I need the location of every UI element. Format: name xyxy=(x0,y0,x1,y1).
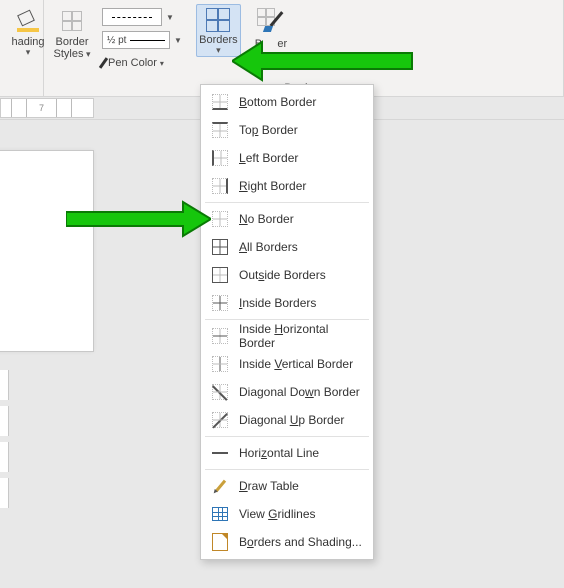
menu-right-border[interactable]: Right Border xyxy=(201,172,373,200)
page-edge xyxy=(0,150,94,352)
border-styles-button[interactable]: Border Styles ▾ xyxy=(50,4,94,60)
inside-horizontal-border-icon xyxy=(211,327,229,345)
menu-inside-vertical-border[interactable]: Inside Vertical Border xyxy=(201,350,373,378)
diagonal-up-border-icon xyxy=(211,411,229,429)
chevron-down-icon: ▾ xyxy=(216,45,221,56)
horizontal-ruler[interactable]: 7 xyxy=(0,98,94,118)
menu-inside-borders[interactable]: Inside Borders xyxy=(201,289,373,317)
gridlines-icon xyxy=(211,505,229,523)
pen-color-dropdown[interactable]: Pen Color ▾ xyxy=(102,53,182,73)
all-borders-icon xyxy=(211,238,229,256)
chevron-down-icon: ▼ xyxy=(166,13,174,22)
menu-all-borders[interactable]: All Borders xyxy=(201,233,373,261)
inside-vertical-border-icon xyxy=(211,355,229,373)
outside-borders-icon xyxy=(211,266,229,284)
horizontal-line-icon xyxy=(211,444,229,462)
pencil-icon xyxy=(211,477,229,495)
line-weight-dropdown[interactable]: ½ pt ▼ xyxy=(102,30,182,50)
border-styles-icon xyxy=(59,8,85,34)
menu-left-border[interactable]: Left Border xyxy=(201,144,373,172)
group-label-shading-empty xyxy=(6,82,37,94)
borders-icon xyxy=(206,8,230,32)
menu-separator xyxy=(205,202,369,203)
menu-view-gridlines[interactable]: View Gridlines xyxy=(201,500,373,528)
menu-outside-borders[interactable]: Outside Borders xyxy=(201,261,373,289)
border-painter-icon xyxy=(257,8,285,36)
menu-diagonal-up-border[interactable]: Diagonal Up Border xyxy=(201,406,373,434)
right-border-icon xyxy=(211,177,229,195)
ribbon-group-borders: Border Styles ▾ ▼ ½ pt ▼ xyxy=(44,0,564,96)
menu-draw-table[interactable]: Draw Table xyxy=(201,472,373,500)
inside-borders-icon xyxy=(211,294,229,312)
menu-inside-horizontal-border[interactable]: Inside Horizontal Border xyxy=(201,322,373,350)
pen-icon xyxy=(99,57,108,69)
diagonal-down-border-icon xyxy=(211,383,229,401)
chevron-down-icon: ▾ xyxy=(160,59,164,68)
menu-bottom-border[interactable]: Bottom Border xyxy=(201,88,373,116)
menu-separator xyxy=(205,319,369,320)
menu-diagonal-down-border[interactable]: Diagonal Down Border xyxy=(201,378,373,406)
chevron-down-icon: ▾ xyxy=(26,47,31,58)
menu-separator xyxy=(205,436,369,437)
border-painter-button[interactable]: B er xyxy=(249,4,293,50)
menu-borders-and-shading[interactable]: Borders and Shading... xyxy=(201,528,373,556)
ruler-mark-7: 7 xyxy=(39,103,44,113)
borders-split-button[interactable]: Borders ▾ xyxy=(196,4,241,57)
pen-color-label: Pen Color xyxy=(108,57,157,69)
line-weight-preview: ½ pt xyxy=(102,31,170,49)
menu-horizontal-line[interactable]: Horizontal Line xyxy=(201,439,373,467)
no-border-icon xyxy=(211,210,229,228)
chevron-down-icon: ▼ xyxy=(174,36,182,45)
line-style-dropdown[interactable]: ▼ xyxy=(102,7,182,27)
left-border-icon xyxy=(211,149,229,167)
borders-dropdown-menu: Bottom Border Top Border Left Border Rig… xyxy=(200,84,374,560)
borders-shading-dialog-icon xyxy=(211,533,229,551)
page-fragments xyxy=(0,370,9,550)
ribbon-group-shading-partial: hading ▾ xyxy=(0,0,44,96)
border-line-controls: ▼ ½ pt ▼ Pen Color ▾ xyxy=(102,7,182,73)
ribbon: hading ▾ Border Styles ▾ xyxy=(0,0,564,97)
menu-separator xyxy=(205,469,369,470)
paint-bucket-icon xyxy=(15,8,41,34)
bottom-border-icon xyxy=(211,93,229,111)
menu-top-border[interactable]: Top Border xyxy=(201,116,373,144)
menu-no-border[interactable]: No Border xyxy=(201,205,373,233)
top-border-icon xyxy=(211,121,229,139)
line-style-preview xyxy=(102,8,162,26)
